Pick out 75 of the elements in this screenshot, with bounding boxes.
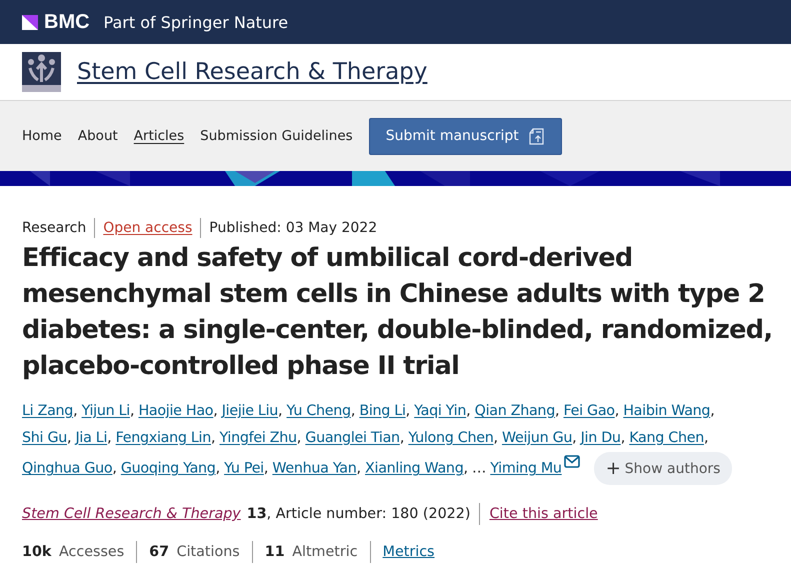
author-separator: , [614, 403, 619, 419]
article-title: Efficacy and safety of umbilical cord-derived mesenchymal stem cells in Chinese adults with type 2 diabetes: a single-center, double-blinded, randomized, placebo-controlled phase II trial [22, 242, 774, 383]
author-separator: , [406, 403, 410, 419]
metrics-link[interactable]: Metrics [382, 544, 435, 560]
author-separator: , [67, 430, 72, 446]
metric-count: 67 Citations [149, 544, 240, 560]
author-link[interactable]: Fei Gao [563, 403, 615, 419]
author-link[interactable]: Yingfei Zhu [220, 430, 297, 446]
author-separator: , [296, 430, 302, 446]
author-link[interactable]: Yulong Chen [408, 430, 494, 446]
truncation-ellipsis: … [472, 460, 486, 476]
author-link[interactable]: Yu Cheng [286, 403, 351, 419]
author-separator: , [213, 403, 218, 419]
tagline: Part of Springer Nature [104, 12, 288, 32]
author-link[interactable]: Jiejie Liu [222, 403, 278, 419]
cite-article-link[interactable]: Cite this article [489, 506, 598, 522]
author-separator: , [107, 430, 112, 446]
author-separator: , [554, 403, 560, 419]
author-link[interactable]: Xianling Wang [365, 460, 464, 476]
author-link[interactable]: Kang Chen [629, 430, 704, 446]
author-link[interactable]: Haojie Hao [138, 403, 214, 419]
submit-manuscript-button[interactable]: Submit manuscript [368, 118, 562, 154]
author-link[interactable]: Yaqi Yin [414, 403, 466, 419]
author-link[interactable]: Yu Pei [224, 460, 264, 476]
author-separator: , [211, 430, 216, 446]
author-link[interactable]: Jin Du [580, 430, 621, 446]
author-separator: , [704, 430, 708, 446]
author-separator: , [463, 460, 468, 476]
author-separator: , [400, 430, 404, 446]
author-separator: , [216, 460, 220, 476]
author-link[interactable]: Guoqing Yang [120, 460, 216, 476]
journal-link[interactable]: Stem Cell Research & Therapy [22, 506, 241, 522]
author-link[interactable]: Fengxiang Lin [116, 430, 211, 446]
nav-link[interactable]: About [78, 128, 118, 144]
author-link[interactable]: Guanglei Tian [305, 430, 400, 446]
article-number: , Article number: 180 (2022) [266, 506, 470, 522]
author-separator: , [356, 460, 361, 476]
author-separator: , [264, 460, 268, 476]
author-separator: , [572, 430, 576, 446]
nav-link[interactable]: Home [22, 128, 62, 144]
nav-link[interactable]: Articles [134, 128, 184, 144]
author-separator: , [493, 430, 498, 446]
brand-name[interactable]: BMC [44, 10, 90, 34]
author-link[interactable]: Yijun Li [82, 403, 130, 419]
author-link[interactable]: Shi Gu [22, 430, 67, 446]
metric-count: 11 Altmetric [264, 544, 358, 560]
author-link[interactable]: Weijun Gu [502, 430, 572, 446]
author-link[interactable]: Bing Li [359, 403, 406, 419]
volume-number: 13 [246, 506, 267, 522]
author-separator: , [112, 460, 117, 476]
author-link[interactable]: Li Zang [22, 403, 74, 419]
author-separator: , [466, 403, 470, 419]
article-type: Research [22, 219, 86, 238]
author-link[interactable]: Qian Zhang [474, 403, 555, 419]
show-authors-button[interactable]: + Show authors [594, 452, 732, 485]
nav-link[interactable]: Submission Guidelines [200, 128, 353, 144]
author-separator: , [350, 403, 356, 419]
author-separator: , [710, 403, 714, 419]
author-link[interactable]: Yiming Mu [490, 460, 562, 476]
brand-logo-icon [22, 14, 38, 30]
author-link[interactable]: Qinghua Guo [22, 460, 112, 476]
author-separator: , [278, 403, 282, 419]
author-separator: , [73, 403, 78, 419]
email-icon[interactable] [564, 455, 580, 468]
open-access-link[interactable]: Open access [103, 218, 192, 238]
author-separator: , [620, 430, 625, 446]
journal-logo-icon [22, 52, 61, 92]
author-link[interactable]: Jia Li [76, 430, 108, 446]
journal-title-link[interactable]: Stem Cell Research & Therapy [77, 59, 428, 85]
metric-count: 10k Accesses [22, 544, 124, 560]
author-link[interactable]: Wenhua Yan [272, 460, 357, 476]
author-separator: , [130, 403, 134, 419]
published-date: Published: 03 May 2022 [209, 219, 378, 238]
upload-document-icon [528, 128, 545, 144]
author-link[interactable]: Haibin Wang [623, 403, 710, 419]
